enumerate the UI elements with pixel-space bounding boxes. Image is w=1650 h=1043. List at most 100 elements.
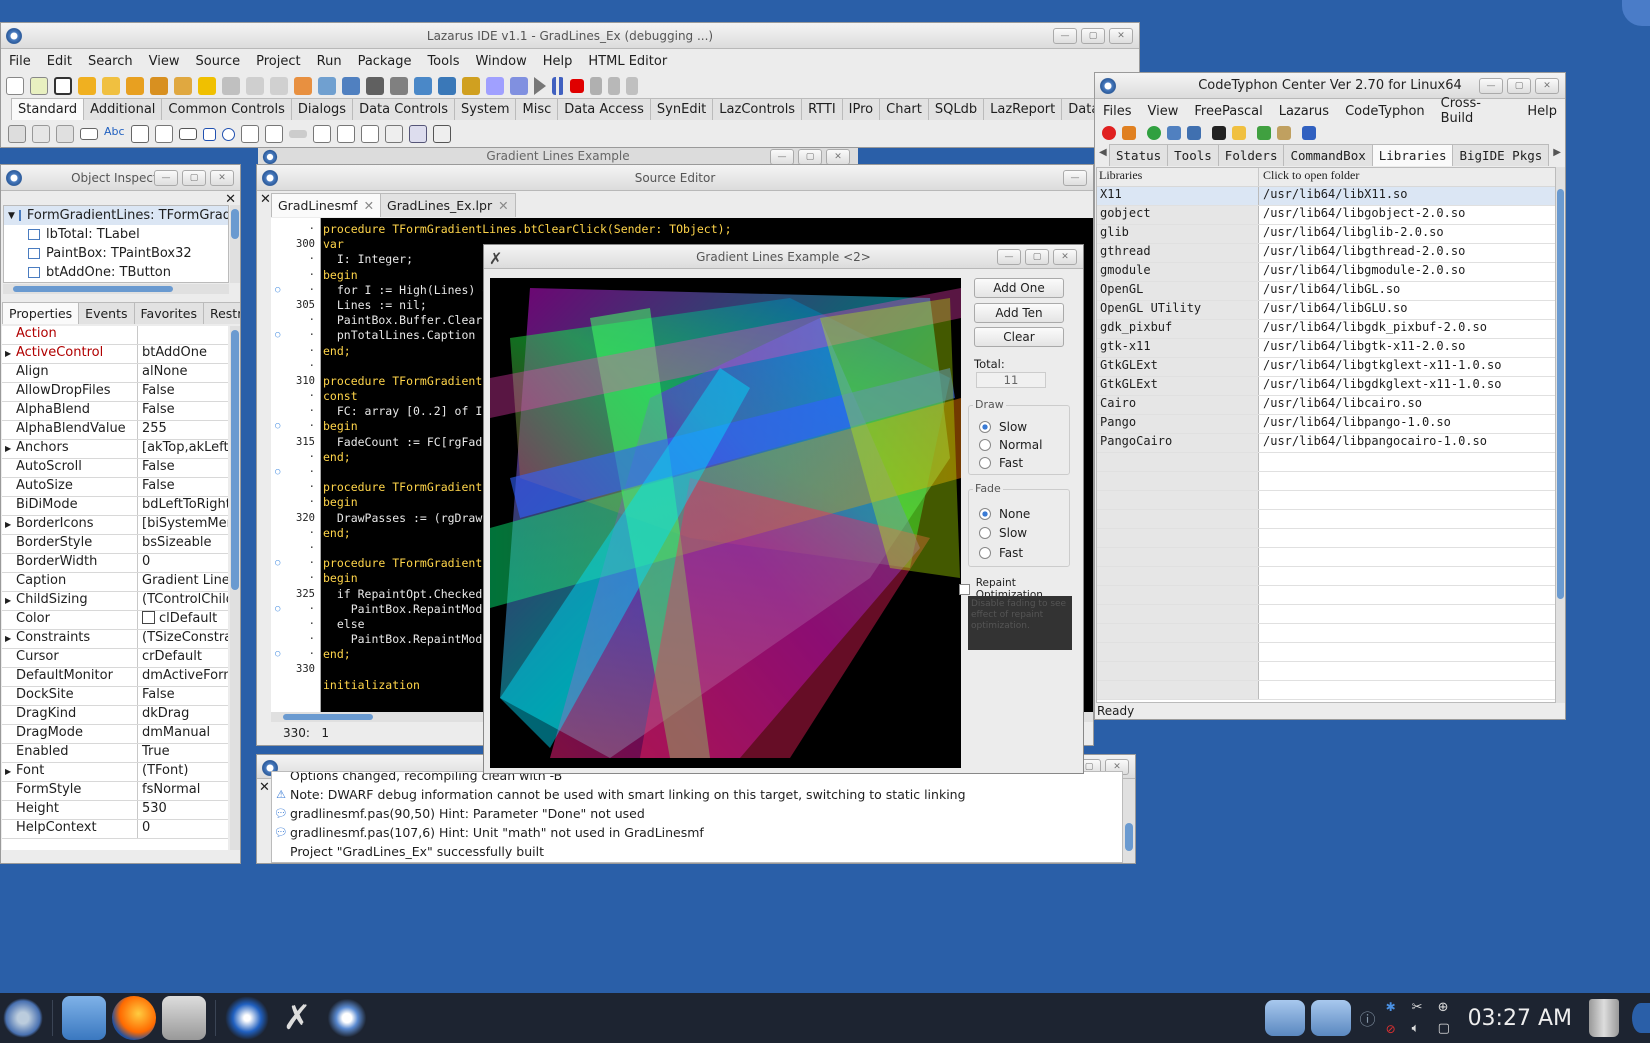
system-settings-icon[interactable] xyxy=(162,996,206,1040)
library-path[interactable]: /usr/lib64/libcairo.so xyxy=(1259,396,1555,414)
step-over-icon[interactable] xyxy=(608,77,620,95)
library-row[interactable] xyxy=(1097,586,1555,605)
editor-tab[interactable]: GradLines_Ex.lpr ✕ xyxy=(380,193,516,217)
library-path[interactable]: /usr/lib64/libgdk_pixbuf-2.0.so xyxy=(1259,320,1555,338)
refresh-icon[interactable] xyxy=(1147,126,1161,140)
checkbox-box[interactable] xyxy=(959,583,970,595)
export-icon[interactable] xyxy=(1257,126,1271,140)
palette-tab-ipro[interactable]: IPro xyxy=(841,98,881,120)
library-path[interactable] xyxy=(1259,453,1555,471)
palette-tab-data-controls[interactable]: Data Controls xyxy=(352,98,455,120)
menu-file[interactable]: File xyxy=(1,54,39,69)
library-path[interactable]: /usr/lib64/libX11.so xyxy=(1259,187,1555,205)
ct-menu-help[interactable]: Help xyxy=(1519,104,1565,119)
library-row[interactable] xyxy=(1097,624,1555,643)
library-row[interactable]: Pango/usr/lib64/libpango-1.0.so xyxy=(1097,415,1555,434)
palette-tab-dialogs[interactable]: Dialogs xyxy=(290,98,354,120)
library-row[interactable]: gtk-x11/usr/lib64/libgtk-x11-2.0.so xyxy=(1097,339,1555,358)
library-path[interactable] xyxy=(1259,548,1555,566)
build-icon[interactable] xyxy=(1167,126,1181,140)
menu-window[interactable]: Window xyxy=(467,54,534,69)
property-value[interactable]: crDefault xyxy=(138,649,228,667)
start-menu-icon[interactable] xyxy=(3,998,43,1038)
library-path[interactable] xyxy=(1259,491,1555,509)
file-manager-icon[interactable] xyxy=(62,996,106,1040)
breakpoint-dot-icon[interactable]: ○ xyxy=(275,283,280,298)
desktop-corner-icon[interactable] xyxy=(1632,1003,1650,1033)
property-row[interactable]: AllowDropFiles False xyxy=(2,383,228,402)
close-tab-icon[interactable]: ✕ xyxy=(260,192,271,207)
run-params-icon[interactable] xyxy=(462,77,480,95)
library-row[interactable] xyxy=(1097,491,1555,510)
home-folder-icon[interactable] xyxy=(1310,1000,1351,1036)
menu-source[interactable]: Source xyxy=(187,54,248,69)
property-row[interactable]: Cursor crDefault xyxy=(2,649,228,668)
property-value[interactable]: 530 xyxy=(138,801,228,819)
download-icon[interactable] xyxy=(1122,126,1136,140)
open-icon[interactable] xyxy=(78,77,96,95)
library-path[interactable] xyxy=(1259,624,1555,642)
library-row[interactable]: glib/usr/lib64/libglib-2.0.so xyxy=(1097,225,1555,244)
property-row[interactable]: AutoScroll False xyxy=(2,459,228,478)
ct-menu-lazarus[interactable]: Lazarus xyxy=(1271,104,1337,119)
property-value[interactable]: False xyxy=(138,459,228,477)
library-row[interactable]: OpenGL UTility/usr/lib64/libGLU.so xyxy=(1097,301,1555,320)
palette-tab-system[interactable]: System xyxy=(454,98,517,120)
remove-from-project-icon[interactable] xyxy=(318,77,336,95)
close-icon[interactable]: ✕ xyxy=(1109,28,1133,44)
library-row[interactable] xyxy=(1097,662,1555,681)
library-row[interactable]: X11/usr/lib64/libX11.so xyxy=(1097,187,1555,206)
library-row[interactable]: gthread/usr/lib64/libgthread-2.0.so xyxy=(1097,244,1555,263)
palette-tab-synedit[interactable]: SynEdit xyxy=(649,98,714,120)
library-path[interactable]: /usr/lib64/libgobject-2.0.so xyxy=(1259,206,1555,224)
tpopupmenu-icon[interactable] xyxy=(56,125,74,143)
pause-icon[interactable] xyxy=(552,77,564,95)
property-value[interactable]: 0 xyxy=(138,820,228,838)
library-path[interactable] xyxy=(1259,510,1555,528)
terminal-icon[interactable] xyxy=(1212,126,1226,140)
property-row[interactable]: HelpContext 0 xyxy=(2,820,228,839)
tmainmenu-icon[interactable] xyxy=(32,125,50,143)
folder-icon[interactable] xyxy=(1232,126,1246,140)
menu-help[interactable]: Help xyxy=(535,54,581,69)
open-recent-icon[interactable] xyxy=(102,77,120,95)
tcheckgroup-icon[interactable] xyxy=(360,125,379,143)
property-row[interactable]: BorderStyle bsSizeable xyxy=(2,535,228,554)
library-path[interactable] xyxy=(1259,529,1555,547)
library-row[interactable]: gmodule/usr/lib64/libgmodule-2.0.so xyxy=(1097,263,1555,282)
palette-tab-sqldb[interactable]: SQLdb xyxy=(927,98,985,120)
breakpoint-dot-icon[interactable]: ○ xyxy=(275,419,280,434)
desktop-corner-widget[interactable] xyxy=(1622,0,1650,26)
close-icon[interactable]: ✕ xyxy=(210,170,234,186)
property-scrollbar[interactable] xyxy=(230,326,240,850)
library-path[interactable] xyxy=(1259,472,1555,490)
library-row[interactable]: GtkGLExt/usr/lib64/libgtkglext-x11-1.0.s… xyxy=(1097,358,1555,377)
property-value[interactable]: False xyxy=(138,478,228,496)
property-row[interactable]: DragMode dmManual xyxy=(2,725,228,744)
tab-favorites[interactable]: Favorites xyxy=(133,302,204,324)
tedit-icon[interactable] xyxy=(130,125,149,143)
menu-project[interactable]: Project xyxy=(248,54,308,69)
palette-tab-lazcontrols[interactable]: LazControls xyxy=(712,98,803,120)
property-row[interactable]: Enabled True xyxy=(2,744,228,763)
tradiobutton-icon[interactable] xyxy=(221,127,235,141)
tab-properties[interactable]: Properties xyxy=(2,302,80,324)
code-line[interactable]: procedure TFormGradientLines.btClearClic… xyxy=(323,222,732,237)
ct-tab-tools[interactable]: Tools xyxy=(1167,144,1219,166)
tpanel-icon[interactable] xyxy=(384,125,403,143)
menu-tools[interactable]: Tools xyxy=(419,54,467,69)
close-tab-icon[interactable]: ✕ xyxy=(364,198,374,213)
library-row[interactable]: gdk_pixbuf/usr/lib64/libgdk_pixbuf-2.0.s… xyxy=(1097,320,1555,339)
close-messages-icon[interactable]: ✕ xyxy=(259,780,270,795)
stop-icon[interactable] xyxy=(570,79,584,93)
minimize-icon[interactable]: — xyxy=(770,149,794,165)
property-value[interactable]: [biSystemMenu xyxy=(138,516,228,534)
settings-icon[interactable] xyxy=(1302,126,1316,140)
property-row[interactable]: DragKind dkDrag xyxy=(2,706,228,725)
power-icon[interactable]: ⊕ ▢ xyxy=(1438,1000,1456,1036)
library-row[interactable] xyxy=(1097,529,1555,548)
palette-tab-rtti[interactable]: RTTI xyxy=(801,98,843,120)
editor-tab[interactable]: GradLinesmf ✕ xyxy=(271,193,382,217)
palette-tab-additional[interactable]: Additional xyxy=(83,98,163,120)
clean-icon[interactable] xyxy=(1277,126,1291,140)
